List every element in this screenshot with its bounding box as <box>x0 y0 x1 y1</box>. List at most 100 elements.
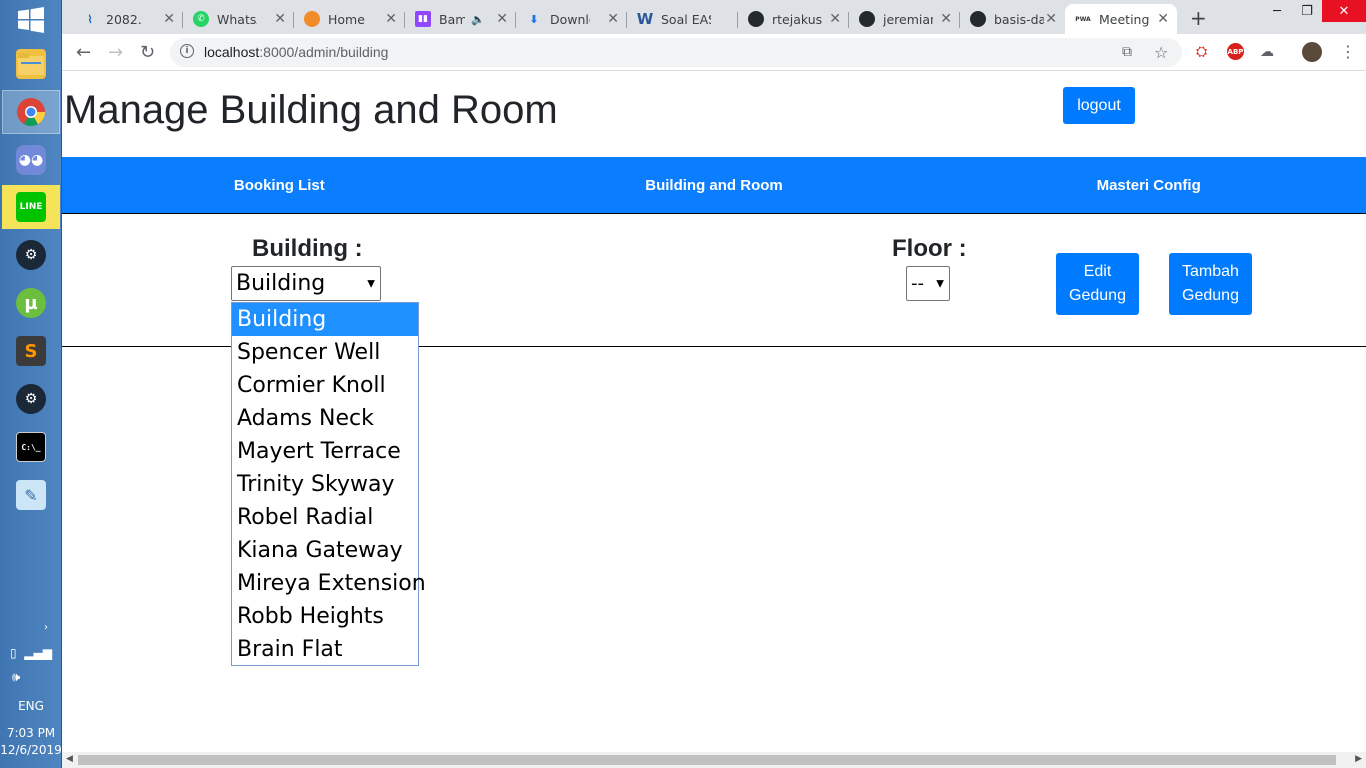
minimize-icon[interactable]: ─ <box>1262 0 1292 22</box>
twitch-icon: ▮▮ <box>415 11 431 27</box>
edit-building-button[interactable]: Edit Gedung <box>1056 253 1139 315</box>
browser-tab-active[interactable]: PWA Meeting ✕ <box>1065 4 1177 34</box>
open-in-app-icon[interactable]: ⧉ <box>1122 44 1132 60</box>
adblock-plus-icon[interactable]: ABP <box>1227 43 1244 60</box>
steam-taskbar-button[interactable]: ⚙ <box>2 233 60 277</box>
address-bar[interactable]: i localhost:8000/admin/building ⧉ ☆ <box>170 38 1182 67</box>
browser-tab[interactable]: ⌇ 2082. Po ✕ <box>72 4 183 34</box>
bookmark-star-icon[interactable]: ☆ <box>1154 43 1168 62</box>
building-select[interactable]: Building ▼ <box>231 266 381 301</box>
horizontal-scrollbar[interactable]: ◀ ▶ <box>62 752 1366 768</box>
folder-icon <box>16 49 46 79</box>
menu-kebab-icon[interactable]: ⋮ <box>1340 42 1356 61</box>
building-option[interactable]: Mayert Terrace <box>232 435 418 468</box>
building-option[interactable]: Trinity Skyway <box>232 468 418 501</box>
download-icon: ⬇ <box>529 12 539 26</box>
home-icon <box>304 11 320 27</box>
new-tab-plus-icon[interactable]: + <box>1190 6 1207 30</box>
pwa-icon: PWA <box>1075 15 1091 23</box>
cmd-taskbar-button[interactable]: C:\_ <box>2 425 60 469</box>
browser-tab[interactable]: basis-da ✕ <box>960 4 1065 34</box>
windows-logo-icon <box>18 7 44 33</box>
reload-icon[interactable]: ↻ <box>140 42 155 63</box>
language-indicator[interactable]: ENG <box>0 699 62 713</box>
github-icon <box>859 11 875 27</box>
building-option[interactable]: Brain Flat <box>232 633 418 666</box>
file-explorer-taskbar-button[interactable] <box>2 42 60 86</box>
add-building-button[interactable]: Tambah Gedung <box>1169 253 1252 315</box>
floor-label: Floor : <box>892 235 967 262</box>
signal-icon: ▂▄▆ <box>24 646 52 660</box>
line-taskbar-button[interactable]: LINE <box>2 185 60 229</box>
tab-close-icon[interactable]: ✕ <box>385 11 397 27</box>
tab-close-icon[interactable]: ✕ <box>274 11 286 27</box>
building-option[interactable]: Robb Heights <box>232 600 418 633</box>
window-close-icon[interactable]: ✕ <box>1322 0 1366 22</box>
info-icon[interactable]: i <box>180 44 194 58</box>
extension-translate-icon[interactable]: ⛭ <box>1196 44 1207 60</box>
browser-tab[interactable]: rtejakusu ✕ <box>738 4 849 34</box>
speaker-icon[interactable]: 🔈 <box>471 13 485 26</box>
building-option[interactable]: Building <box>232 303 418 336</box>
browser-tab[interactable]: Home - l ✕ <box>294 4 405 34</box>
notepad-taskbar-button[interactable]: ✎ <box>2 473 60 517</box>
floor-select[interactable]: -- ▼ <box>906 266 950 301</box>
building-option[interactable]: Mireya Extension <box>232 567 426 600</box>
browser-tab[interactable]: ✆ WhatsAp ✕ <box>183 4 294 34</box>
dropdown-arrow-icon: ▼ <box>367 278 375 289</box>
tab-close-icon[interactable]: ✕ <box>163 11 175 27</box>
building-option[interactable]: Robel Radial <box>232 501 418 534</box>
clock-time[interactable]: 7:03 PM <box>0 726 62 740</box>
browser-tab[interactable]: ▮▮ Bam 🔈 ✕ <box>405 4 516 34</box>
volume-icon[interactable]: 🕪 <box>0 670 62 685</box>
clock-date[interactable]: 12/6/2019 <box>0 743 62 757</box>
nav-master-config[interactable]: Masteri Config <box>931 157 1366 214</box>
browser-tab[interactable]: ⬇ Downloa ✕ <box>516 4 627 34</box>
browser-tab[interactable]: jeremian ✕ <box>849 4 960 34</box>
profile-avatar[interactable] <box>1302 42 1322 62</box>
scroll-left-arrow-icon[interactable]: ◀ <box>66 754 73 764</box>
floor-select-value: -- <box>911 273 924 294</box>
building-option[interactable]: Kiana Gateway <box>232 534 418 567</box>
tab-close-icon[interactable]: ✕ <box>940 11 952 27</box>
nav-booking-list[interactable]: Booking List <box>62 157 497 214</box>
back-arrow-icon[interactable]: ← <box>76 42 91 63</box>
url-text[interactable]: localhost:8000/admin/building <box>204 44 388 60</box>
building-option[interactable]: Cormier Knoll <box>232 369 418 402</box>
admin-navbar: Booking List Building and Room Masteri C… <box>62 157 1366 214</box>
battery-icon: ▯ <box>10 646 17 660</box>
chrome-icon <box>17 98 45 126</box>
building-dropdown-list: Building Spencer Well Cormier Knoll Adam… <box>231 302 426 666</box>
tab-close-icon[interactable]: ✕ <box>1045 11 1057 27</box>
command-prompt-icon: C:\_ <box>16 432 46 462</box>
browser-tab[interactable]: W Soal EAS <box>627 4 738 34</box>
logout-button[interactable]: logout <box>1063 87 1135 124</box>
battery-network-icons[interactable]: ▯ ▂▄▆ <box>0 646 62 660</box>
steam-icon: ⚙ <box>16 240 46 270</box>
scrollbar-thumb[interactable] <box>78 755 1336 765</box>
discord-taskbar-button[interactable]: ◕◕ <box>2 138 60 182</box>
scroll-right-arrow-icon[interactable]: ▶ <box>1355 754 1362 764</box>
nav-building-and-room[interactable]: Building and Room <box>497 157 932 214</box>
sublime-text-taskbar-button[interactable]: S <box>2 329 60 373</box>
chrome-taskbar-button[interactable] <box>2 90 60 134</box>
tab-close-icon[interactable]: ✕ <box>607 11 619 27</box>
tab-close-icon[interactable]: ✕ <box>1157 11 1169 27</box>
building-select-value: Building <box>236 271 326 296</box>
building-option[interactable]: Spencer Well <box>232 336 418 369</box>
leetcode-icon: ⌇ <box>87 12 93 26</box>
browser-tab-strip: ⌇ 2082. Po ✕ ✆ WhatsAp ✕ Home - l ✕ ▮▮ B… <box>62 0 1366 34</box>
show-hidden-icons-chevron-icon[interactable]: › <box>0 622 62 633</box>
forward-arrow-icon[interactable]: → <box>108 42 123 63</box>
whatsapp-icon: ✆ <box>193 11 209 27</box>
extension-icon[interactable]: ☁ <box>1260 44 1274 60</box>
utorrent-taskbar-button[interactable]: µ <box>2 281 60 325</box>
tab-close-icon[interactable]: ✕ <box>829 11 841 27</box>
building-option[interactable]: Adams Neck <box>232 402 418 435</box>
restore-icon[interactable]: ❐ <box>1292 0 1322 22</box>
start-button[interactable] <box>0 0 62 40</box>
divider <box>62 213 1366 214</box>
sublime-icon: S <box>16 336 46 366</box>
tab-close-icon[interactable]: ✕ <box>496 11 508 27</box>
steam-taskbar-button-2[interactable]: ⚙ <box>2 377 60 421</box>
